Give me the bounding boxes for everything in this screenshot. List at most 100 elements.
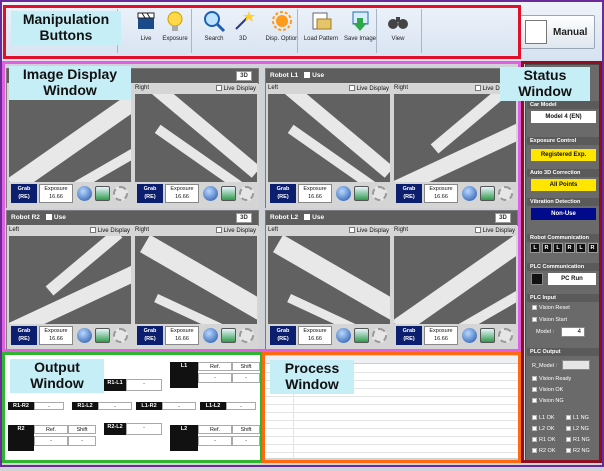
capture-icon[interactable] — [77, 186, 92, 201]
camera-image — [394, 236, 516, 324]
exposure-box[interactable]: Exposure 16.66 — [424, 184, 458, 203]
settings-gear-icon[interactable] — [113, 186, 128, 201]
output-l2-label: L2 — [170, 425, 198, 451]
live-display-toggle[interactable]: Live Display — [348, 227, 389, 234]
camera-label: Left — [9, 227, 20, 233]
robot-panel: Robot L2 Use 3D Left Live Display Grab (RE) Exp… — [265, 210, 518, 350]
vision-ng-label: Vision NG — [539, 398, 564, 404]
plc-output-ng-indicator: L2 NG — [566, 426, 589, 432]
settings-gear-icon[interactable] — [372, 328, 387, 343]
capture-icon[interactable] — [336, 186, 351, 201]
robot-3d-button[interactable]: 3D — [236, 71, 252, 81]
grab-button[interactable]: Grab (RE) — [396, 326, 422, 345]
capture-icon[interactable] — [462, 186, 477, 201]
grab-button[interactable]: Grab (RE) — [270, 184, 296, 203]
live-display-checkbox[interactable] — [215, 85, 222, 91]
camera-controls: Grab (RE) Exposure 16.66 — [9, 184, 131, 204]
live-display-toggle[interactable]: Live Display — [474, 227, 515, 234]
toolbar-button-save-image[interactable]: Save Image — [341, 9, 379, 42]
grab-button[interactable]: Grab (RE) — [137, 184, 163, 203]
settings-gear-icon[interactable] — [113, 328, 128, 343]
grab-button[interactable]: Grab (RE) — [396, 184, 422, 203]
exposure-label: Exposure — [429, 328, 453, 334]
live-display-checkbox[interactable] — [89, 227, 96, 233]
live-display-toggle[interactable]: Live Display — [348, 85, 389, 92]
live-display-label: Live Display — [356, 228, 389, 234]
manual-button[interactable]: Manual — [519, 15, 595, 49]
grab-button[interactable]: Grab (RE) — [11, 326, 37, 345]
output-value: - — [198, 373, 232, 383]
grab-sub-label: (RE) — [277, 336, 289, 342]
settings-gear-icon[interactable] — [239, 328, 254, 343]
robot-panel: Robot L1 Use Left Live Display Grab (RE) Expos… — [265, 68, 518, 208]
live-display-toggle[interactable]: Live Display — [215, 85, 256, 92]
grab-button[interactable]: Grab (RE) — [11, 184, 37, 203]
capture-icon[interactable] — [203, 186, 218, 201]
toolbar-button-3d[interactable]: 3D — [224, 9, 262, 42]
model-input[interactable]: 4 — [561, 327, 585, 337]
camera-label: Right — [394, 85, 409, 91]
binoculars-icon — [379, 9, 417, 33]
live-display-label: Live Display — [482, 228, 515, 234]
settings-gear-icon[interactable] — [498, 328, 513, 343]
settings-gear-icon[interactable] — [372, 186, 387, 201]
output-r1-l2-label: R1-L2 — [72, 402, 98, 410]
camera-image — [9, 94, 131, 182]
exposure-value: 16.66 — [434, 194, 448, 200]
grab-sub-label: (RE) — [403, 194, 415, 200]
exposure-box[interactable]: Exposure 16.66 — [298, 184, 332, 203]
camera-image — [394, 94, 516, 182]
capture-icon[interactable] — [462, 328, 477, 343]
image-icon[interactable] — [221, 186, 236, 201]
robot-comm-cell: R — [564, 243, 575, 253]
toolbar-button-load-pattern[interactable]: Load Pattern — [302, 9, 340, 42]
settings-gear-icon[interactable] — [239, 186, 254, 201]
image-icon[interactable] — [95, 328, 110, 343]
exposure-box[interactable]: Exposure 16.66 — [165, 184, 199, 203]
image-icon[interactable] — [480, 328, 495, 343]
toolbar-button-exposure[interactable]: Exposure — [156, 9, 194, 42]
robot-use-checkbox[interactable] — [304, 214, 311, 220]
robot-comm-cell: L — [553, 243, 563, 253]
robot-3d-button[interactable]: 3D — [236, 213, 252, 223]
exposure-box[interactable]: Exposure 16.66 — [39, 184, 73, 203]
capture-icon[interactable] — [336, 328, 351, 343]
live-display-toggle[interactable]: Live Display — [89, 227, 130, 234]
output-l1-label: L1 — [170, 362, 198, 388]
image-icon[interactable] — [480, 186, 495, 201]
exposure-box[interactable]: Exposure 16.66 — [424, 326, 458, 345]
image-icon[interactable] — [354, 186, 369, 201]
live-display-checkbox[interactable] — [215, 227, 222, 233]
plc-input-title: PLC Input — [527, 294, 600, 302]
image-highlight — [140, 236, 257, 324]
robot-comm-cell: R — [541, 243, 552, 253]
exposure-box[interactable]: Exposure 16.66 — [165, 326, 199, 345]
toolbar-button-view[interactable]: View — [379, 9, 417, 42]
exposure-box[interactable]: Exposure 16.66 — [39, 326, 73, 345]
live-display-checkbox[interactable] — [348, 227, 355, 233]
grab-button[interactable]: Grab (RE) — [137, 326, 163, 345]
live-display-checkbox[interactable] — [474, 227, 481, 233]
grab-button[interactable]: Grab (RE) — [270, 326, 296, 345]
image-icon[interactable] — [95, 186, 110, 201]
image-icon[interactable] — [221, 328, 236, 343]
camera-image — [9, 236, 131, 324]
live-display-toggle[interactable]: Live Display — [215, 227, 256, 234]
live-display-label: Live Display — [356, 86, 389, 92]
toolbar-button-label: Save Image — [343, 36, 377, 42]
robot-use-checkbox[interactable] — [304, 72, 311, 78]
toolbar-button-disp-option[interactable]: Disp. Option — [263, 9, 301, 42]
robot-3d-button[interactable]: 3D — [495, 213, 511, 223]
exposure-box[interactable]: Exposure 16.66 — [298, 326, 332, 345]
live-display-checkbox[interactable] — [474, 85, 481, 91]
settings-gear-icon[interactable] — [498, 186, 513, 201]
capture-icon[interactable] — [203, 328, 218, 343]
output-value: - — [232, 373, 260, 383]
output-shift-header: Shift — [232, 362, 260, 371]
capture-icon[interactable] — [77, 328, 92, 343]
live-display-checkbox[interactable] — [348, 85, 355, 91]
robot-use-checkbox[interactable] — [45, 214, 52, 220]
image-icon[interactable] — [354, 328, 369, 343]
robot-panel: Robot R2 Use 3D Left Live Display Grab (RE) Exp… — [6, 210, 259, 350]
robot-use-label: Use — [312, 72, 325, 79]
